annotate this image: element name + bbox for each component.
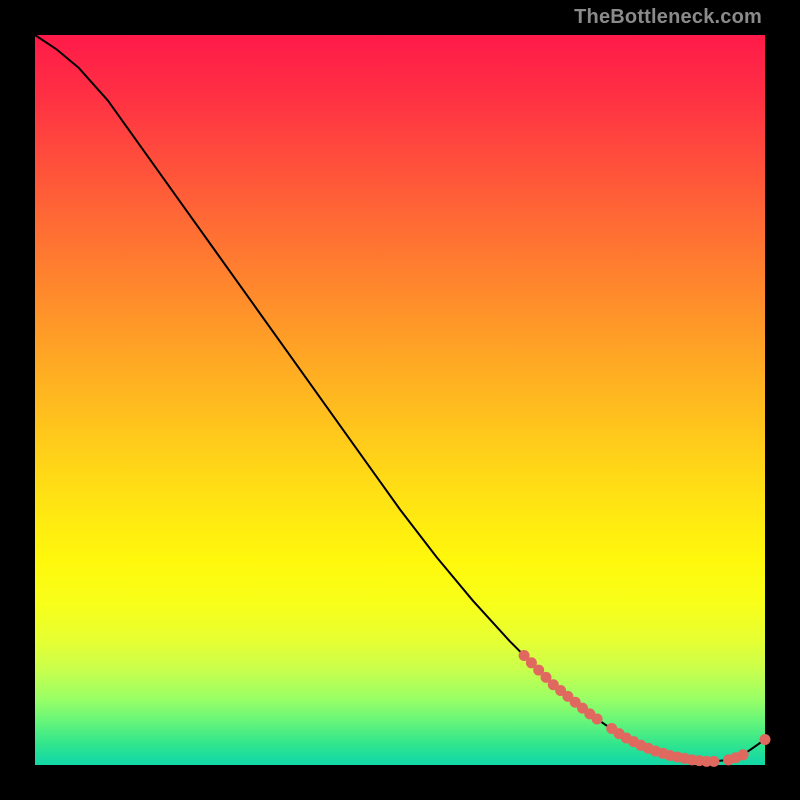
marker-group <box>519 650 771 767</box>
curve-svg <box>35 35 765 765</box>
data-marker <box>708 756 719 767</box>
watermark-text: TheBottleneck.com <box>574 6 762 29</box>
plot-area <box>35 35 765 765</box>
bottleneck-curve <box>35 35 765 761</box>
chart-frame: TheBottleneck.com <box>0 0 800 800</box>
data-marker <box>738 749 749 760</box>
data-marker <box>592 714 603 725</box>
data-marker <box>760 734 771 745</box>
